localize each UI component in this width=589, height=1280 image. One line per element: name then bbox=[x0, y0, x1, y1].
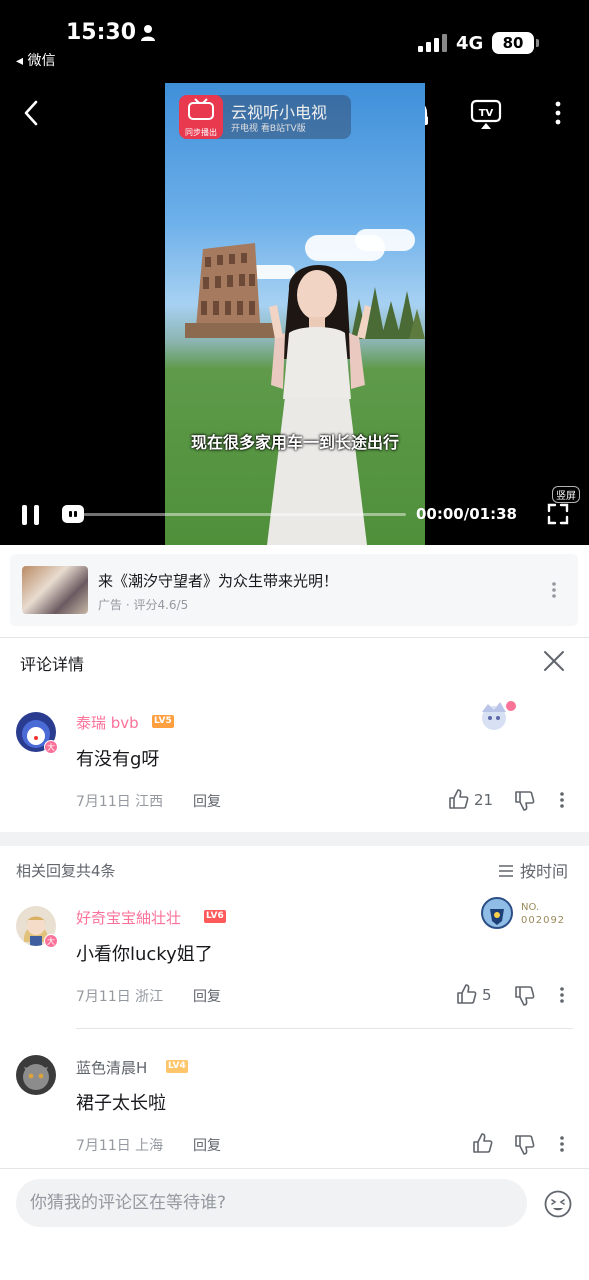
thumbs-down-icon[interactable] bbox=[513, 985, 535, 1007]
watermark-title: 云视听小电视 bbox=[231, 103, 328, 122]
woman-figure bbox=[267, 264, 371, 545]
tv-label: TV bbox=[479, 108, 494, 119]
comment-more-icon[interactable] bbox=[559, 1134, 565, 1154]
reply-button[interactable]: 回复 bbox=[193, 1135, 221, 1155]
status-time: 15:30 bbox=[66, 20, 137, 45]
club-crest-icon bbox=[481, 897, 513, 929]
anime-pendant-icon bbox=[482, 701, 516, 730]
app-watermark: 同步播出 云视听小电视 开电视 看B站TV版 bbox=[179, 95, 351, 139]
time-readout: 00:00/01:38 bbox=[416, 505, 517, 523]
network-type: 4G bbox=[456, 33, 484, 54]
divider bbox=[76, 1028, 573, 1029]
watermark-badge: 同步播出 bbox=[185, 128, 217, 137]
divider bbox=[0, 637, 589, 638]
level-badge: LV4 bbox=[166, 1060, 188, 1073]
ad-thumbnail bbox=[22, 566, 88, 614]
progress-thumb[interactable] bbox=[62, 505, 84, 523]
thumbs-up-icon[interactable] bbox=[455, 983, 477, 1005]
ad-title: 来《潮汐守望者》为众生带来光明！ bbox=[98, 572, 339, 590]
comment-date-location: 7月11日 江西 bbox=[76, 794, 164, 810]
fullscreen-icon[interactable] bbox=[547, 503, 569, 525]
fan-badge-no: NO. bbox=[521, 902, 540, 913]
comment-text: 小看你lucky姐了 bbox=[76, 944, 213, 965]
back-arrow-icon[interactable] bbox=[20, 98, 44, 128]
sort-label: 按时间 bbox=[520, 862, 569, 881]
avatar-badge: 大 bbox=[44, 740, 58, 754]
fan-badge-number: 002092 bbox=[521, 915, 566, 926]
comment-input[interactable] bbox=[16, 1179, 527, 1227]
battery-indicator: 80 bbox=[492, 32, 539, 54]
comment-username[interactable]: 蓝色清晨H bbox=[76, 1057, 147, 1078]
comment-more-icon[interactable] bbox=[559, 985, 565, 1005]
sort-by-time-button[interactable]: 按时间 bbox=[498, 858, 568, 882]
comment-more-icon[interactable] bbox=[559, 790, 565, 810]
reply-count: 相关回复共4条 bbox=[16, 862, 116, 880]
ad-meta: 广告 · 评分4.6/5 bbox=[98, 598, 189, 612]
back-to-wechat[interactable]: ◂ 微信 bbox=[16, 50, 55, 70]
section-gap bbox=[0, 832, 589, 846]
vertical-screen-label[interactable]: 竖屏 bbox=[552, 486, 580, 503]
emoji-icon[interactable] bbox=[543, 1189, 573, 1219]
comment-text: 裙子太长啦 bbox=[76, 1093, 166, 1114]
video-subtitle: 现在很多家用车一到长途出行 bbox=[190, 433, 399, 452]
thumbs-up-icon[interactable] bbox=[471, 1132, 493, 1154]
avatar-badge: 大 bbox=[44, 934, 58, 948]
reply-button[interactable]: 回复 bbox=[193, 791, 221, 811]
comment-username[interactable]: 好奇宝宝紬壮壮 bbox=[76, 907, 181, 928]
tv-app-logo-icon: 同步播出 bbox=[179, 95, 223, 139]
watermark-subtitle: 开电视 看B站TV版 bbox=[231, 124, 306, 134]
level-badge: LV5 bbox=[152, 715, 174, 728]
sort-icon bbox=[499, 865, 513, 877]
comment-date-location: 7月11日 浙江 bbox=[76, 989, 164, 1005]
comment-detail-title: 评论详情 bbox=[20, 655, 85, 674]
level-badge: LV6 bbox=[204, 910, 226, 923]
comment-input-bar bbox=[0, 1168, 589, 1280]
video-player[interactable]: 15:30 ◂ 微信 4G 80 听 TV bbox=[0, 0, 589, 545]
more-vertical-icon[interactable] bbox=[548, 98, 568, 128]
tv-cast-icon[interactable]: TV bbox=[470, 96, 502, 130]
ad-more-icon[interactable] bbox=[550, 580, 558, 600]
video-frame[interactable]: 同步播出 云视听小电视 开电视 看B站TV版 现在很多家用车一到长途出行 bbox=[165, 83, 425, 545]
thumbs-up-icon[interactable] bbox=[447, 788, 469, 810]
like-count: 5 bbox=[482, 986, 492, 1004]
comment-date-location: 7月11日 上海 bbox=[76, 1138, 164, 1154]
ad-card[interactable]: 来《潮汐守望者》为众生带来光明！ 广告 · 评分4.6/5 bbox=[10, 554, 578, 626]
thumbs-down-icon[interactable] bbox=[513, 1134, 535, 1156]
like-count: 21 bbox=[474, 791, 494, 809]
avatar[interactable] bbox=[16, 1055, 56, 1095]
progress-bar[interactable] bbox=[66, 513, 406, 516]
close-icon[interactable] bbox=[543, 650, 565, 672]
thumbs-down-icon[interactable] bbox=[513, 790, 535, 812]
pause-icon[interactable] bbox=[20, 503, 42, 527]
signal-icon bbox=[418, 34, 447, 52]
person-icon bbox=[141, 25, 155, 41]
comment-username[interactable]: 泰瑞 bvb bbox=[76, 712, 139, 733]
comment-text: 有没有g呀 bbox=[76, 749, 160, 770]
reply-button[interactable]: 回复 bbox=[193, 986, 221, 1006]
